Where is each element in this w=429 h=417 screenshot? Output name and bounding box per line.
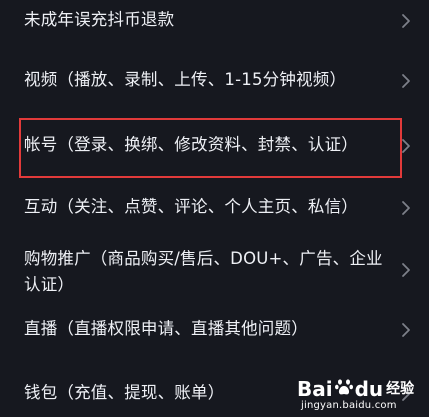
menu-item-label: 视频（播放、录制、上传、1-15分钟视频） — [24, 70, 347, 89]
help-menu-list: 未成年误充抖币退款 视频（播放、录制、上传、1-15分钟视频） 帐号（登录、换绑… — [0, 0, 429, 417]
menu-item-label: 互动（关注、点赞、评论、个人主页、私信） — [24, 197, 358, 216]
menu-item-label: 未成年误充抖币退款 — [24, 10, 175, 29]
menu-item-label: 购物推广（商品购买/售后、DOU+、广告、企业认证） — [24, 249, 383, 294]
chevron-right-icon — [400, 138, 412, 154]
menu-item-account[interactable]: 帐号（登录、换绑、修改资料、封禁、认证） — [0, 128, 429, 164]
menu-item-live[interactable]: 直播（直播权限申请、直播其他问题） — [0, 312, 429, 348]
chevron-right-icon — [400, 322, 412, 338]
menu-item-label: 直播（直播权限申请、直播其他问题） — [24, 319, 308, 338]
menu-item-video[interactable]: 视频（播放、录制、上传、1-15分钟视频） — [0, 62, 429, 98]
menu-item-label: 钱包（充值、提现、账单） — [24, 383, 225, 402]
chevron-right-icon — [400, 262, 412, 278]
chevron-right-icon — [400, 200, 412, 216]
menu-item-wallet[interactable]: 钱包（充值、提现、账单） — [0, 376, 429, 412]
chevron-right-icon — [400, 386, 412, 402]
menu-item-minor-recharge-refund[interactable]: 未成年误充抖币退款 — [0, 2, 429, 38]
menu-item-label: 帐号（登录、换绑、修改资料、封禁、认证） — [24, 135, 358, 154]
menu-item-shopping-promotion[interactable]: 购物推广（商品购买/售后、DOU+、广告、企业认证） — [0, 244, 429, 296]
menu-item-interaction[interactable]: 互动（关注、点赞、评论、个人主页、私信） — [0, 190, 429, 226]
chevron-right-icon — [400, 73, 412, 89]
chevron-right-icon — [400, 13, 412, 29]
